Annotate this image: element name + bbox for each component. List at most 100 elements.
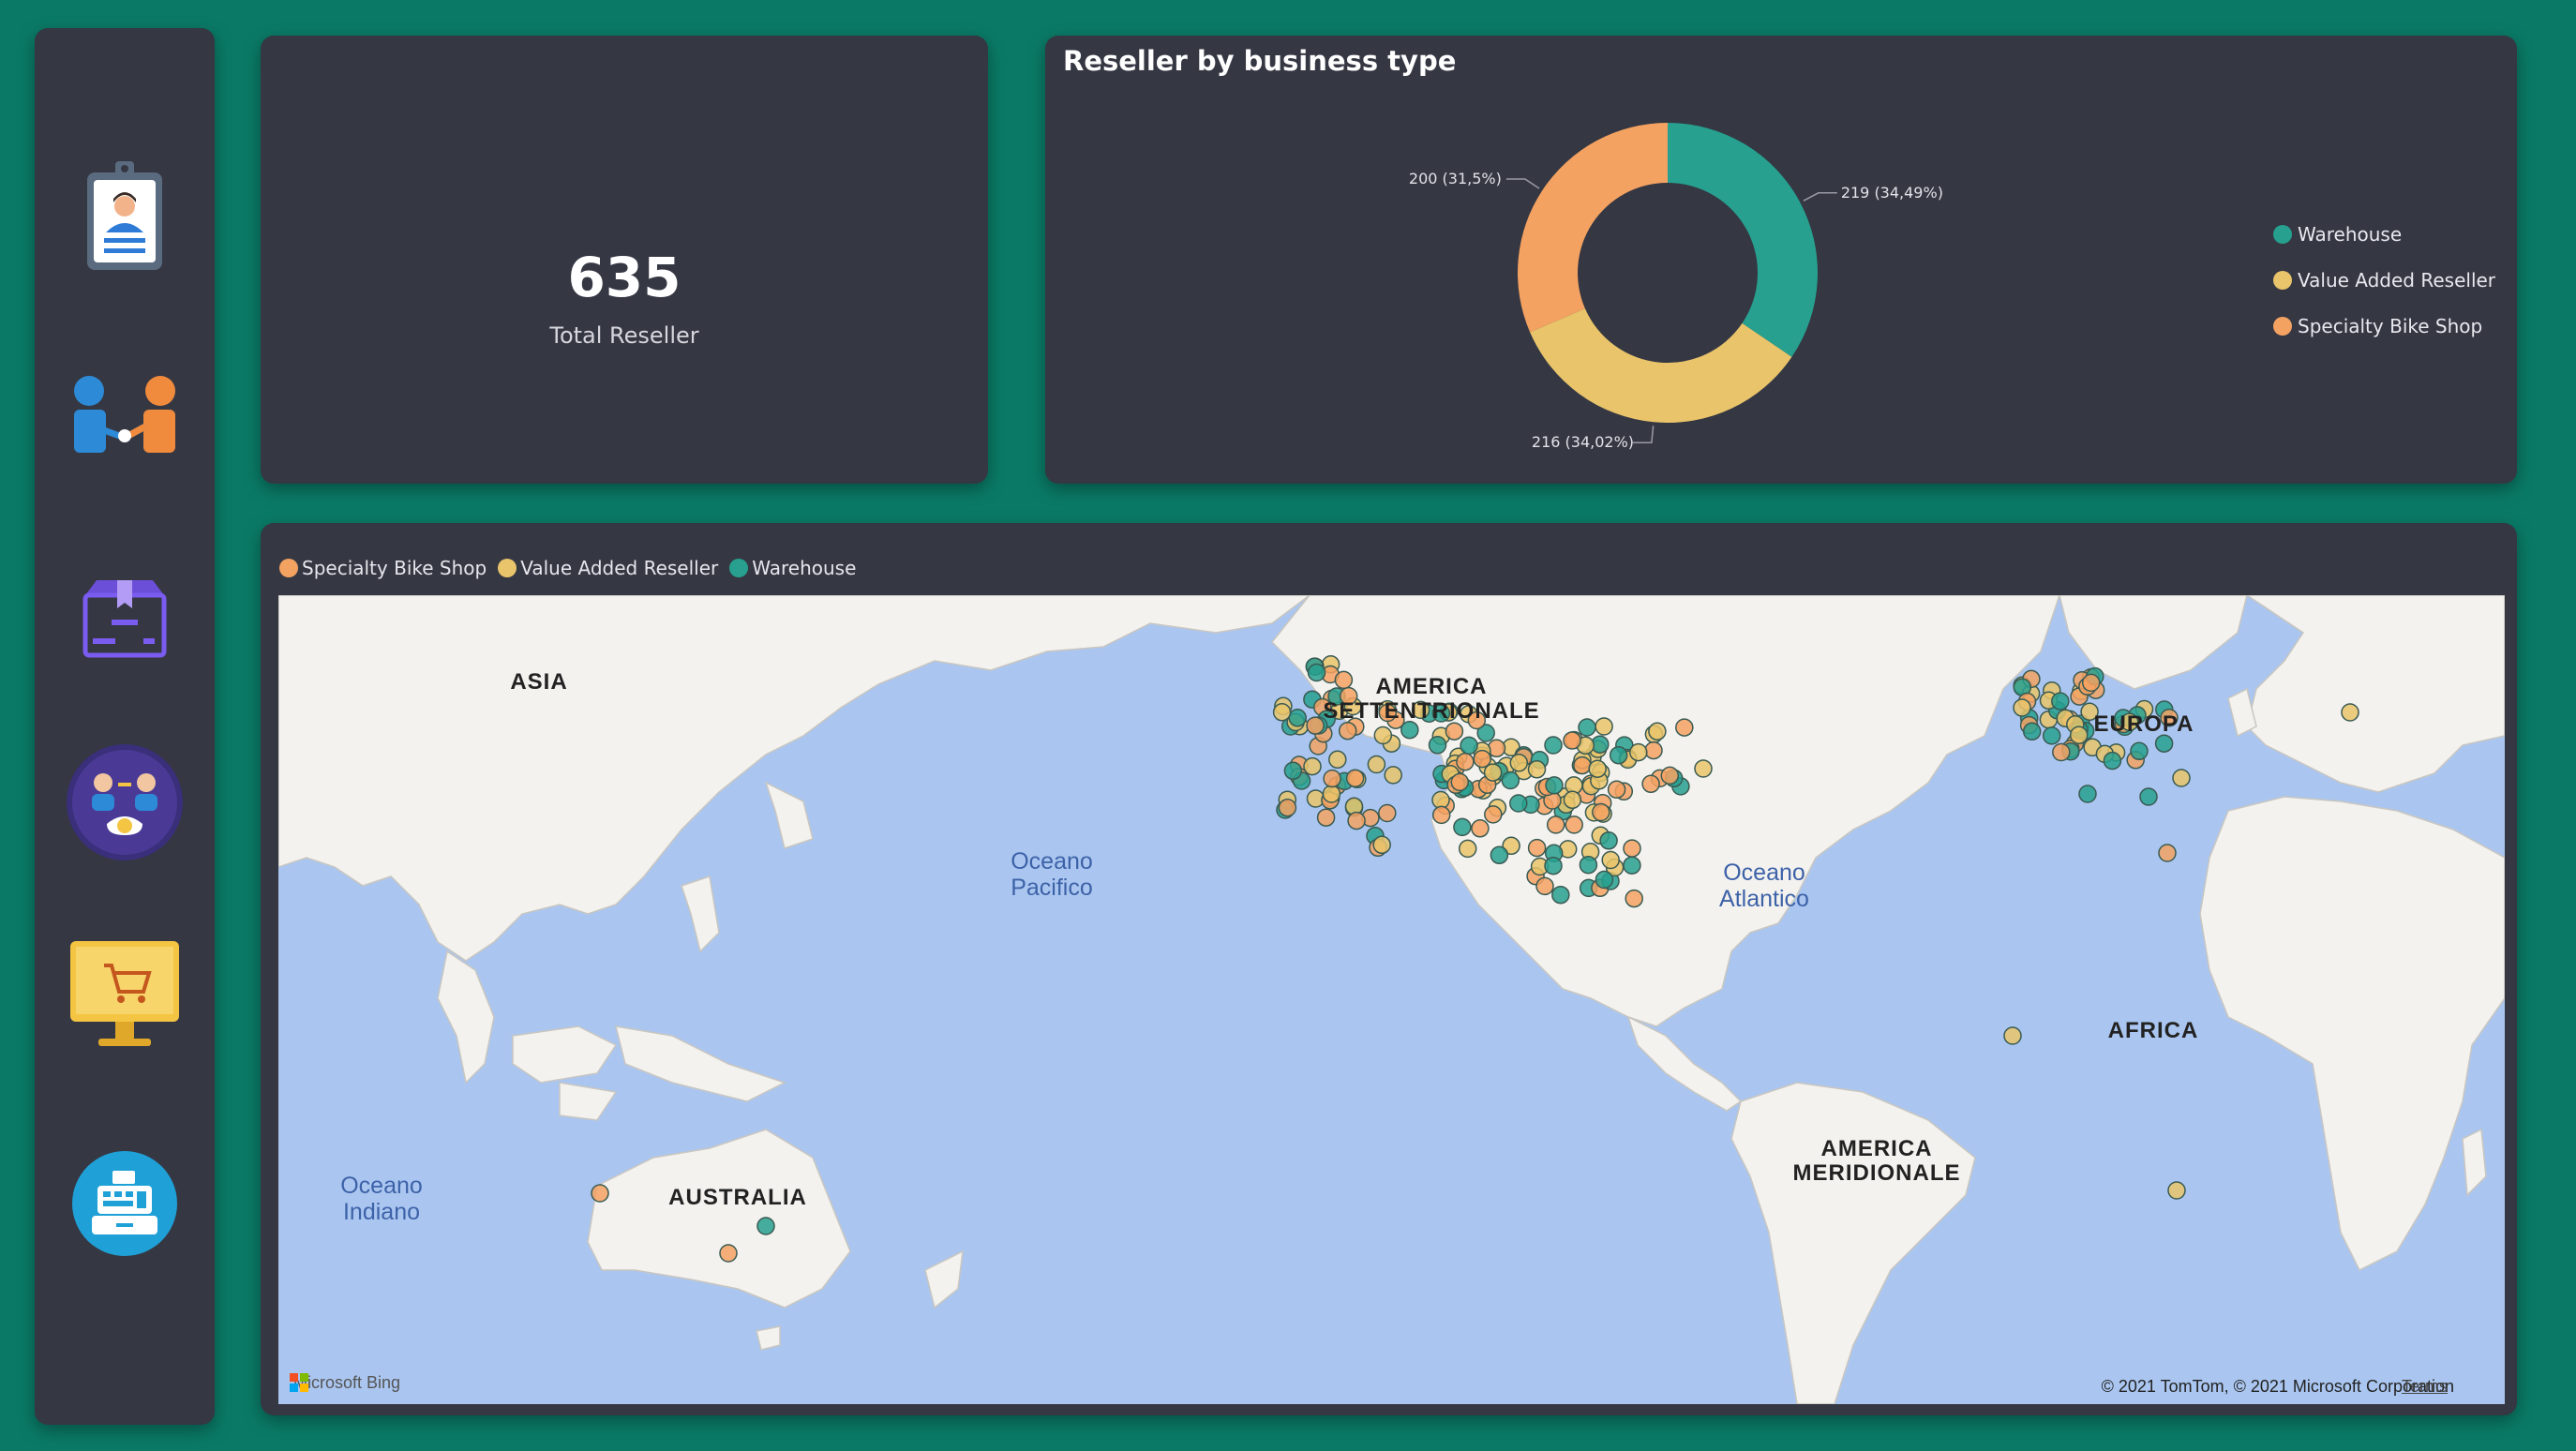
reseller-point[interactable] — [1456, 752, 1475, 771]
reseller-point[interactable] — [1573, 755, 1592, 775]
reseller-point[interactable] — [2051, 692, 2070, 711]
reseller-point[interactable] — [1578, 718, 1596, 737]
reseller-point[interactable] — [1367, 755, 1386, 774]
reseller-point[interactable] — [1509, 754, 1529, 772]
reseller-point[interactable] — [1563, 790, 1582, 810]
reseller-point[interactable] — [1473, 749, 1491, 769]
reseller-point[interactable] — [1623, 839, 1641, 858]
reseller-point[interactable] — [2341, 703, 2359, 722]
reseller-point[interactable] — [1501, 770, 1520, 790]
legend-item-warehouse[interactable]: Warehouse — [2273, 223, 2402, 246]
reseller-point[interactable] — [1694, 759, 1713, 778]
reseller-point[interactable] — [2139, 787, 2158, 806]
reseller-point[interactable] — [1372, 835, 1391, 855]
map-legend-warehouse[interactable]: Warehouse — [729, 557, 856, 579]
reseller-point[interactable] — [1595, 870, 1614, 890]
reseller-point[interactable] — [2078, 785, 2097, 803]
reseller-point[interactable] — [2167, 1181, 2186, 1200]
legend-item-specialty-bike-shop[interactable]: Specialty Bike Shop — [2273, 315, 2482, 337]
reseller-point[interactable] — [1283, 761, 1303, 781]
donut-slice-warehouse[interactable] — [1668, 123, 1818, 357]
reseller-point[interactable] — [591, 1184, 609, 1203]
reseller-point[interactable] — [1373, 726, 1393, 745]
reseller-point[interactable] — [2013, 698, 2031, 717]
reseller-point[interactable] — [2158, 844, 2177, 862]
reseller-point[interactable] — [1607, 780, 1626, 800]
reseller-point[interactable] — [756, 1217, 775, 1235]
reseller-point[interactable] — [1527, 838, 1547, 858]
reseller-point[interactable] — [2154, 734, 2174, 753]
reseller-point[interactable] — [1641, 774, 1660, 794]
reseller-point[interactable] — [1592, 802, 1610, 822]
reseller-point[interactable] — [1629, 742, 1648, 762]
world-map[interactable]: ASIA AMERICA SETTENTRIONALE EUROPA AFRIC… — [278, 595, 2505, 1404]
nav-sales-team-button[interactable] — [59, 737, 190, 868]
reseller-point[interactable] — [1378, 803, 1397, 823]
reseller-point[interactable] — [719, 1244, 738, 1263]
reseller-point[interactable] — [1623, 856, 1641, 875]
reseller-point[interactable] — [1648, 722, 1667, 741]
legend-item-value-added-reseller[interactable]: Value Added Reseller — [2273, 269, 2495, 292]
reseller-point[interactable] — [1450, 772, 1470, 792]
nav-online-shop-button[interactable] — [59, 930, 190, 1061]
reseller-point[interactable] — [2172, 769, 2191, 787]
reseller-point[interactable] — [1316, 808, 1336, 827]
reseller-point[interactable] — [1458, 839, 1477, 859]
terms-link[interactable]: Terms — [2402, 1377, 2448, 1397]
reseller-point[interactable] — [1453, 817, 1472, 837]
reseller-point[interactable] — [1338, 721, 1357, 740]
reseller-point[interactable] — [1565, 815, 1583, 834]
reseller-point[interactable] — [2081, 673, 2101, 693]
reseller-point[interactable] — [1527, 760, 1547, 779]
reseller-point[interactable] — [1484, 805, 1503, 824]
reseller-point[interactable] — [1625, 889, 1643, 908]
reseller-point[interactable] — [1535, 876, 1554, 896]
reseller-point[interactable] — [1490, 845, 1509, 865]
nav-reseller-button[interactable] — [59, 349, 190, 480]
reseller-point[interactable] — [2069, 726, 2089, 745]
reseller-point[interactable] — [1288, 709, 1307, 727]
reseller-point[interactable] — [1599, 831, 1618, 850]
reseller-point[interactable] — [1323, 769, 1341, 788]
reseller-point[interactable] — [1675, 718, 1694, 737]
reseller-point[interactable] — [1384, 766, 1402, 785]
reseller-point[interactable] — [1431, 805, 1451, 825]
reseller-point[interactable] — [1322, 785, 1341, 803]
reseller-point[interactable] — [1601, 850, 1620, 870]
reseller-point[interactable] — [1545, 776, 1564, 795]
reseller-point[interactable] — [2130, 741, 2149, 761]
map-legend-specialty[interactable]: Specialty Bike Shop — [279, 557, 487, 579]
map-legend-value-added[interactable]: Value Added Reseller — [498, 557, 718, 579]
nav-employee-button[interactable] — [59, 150, 190, 281]
nav-cash-register-button[interactable] — [59, 1138, 190, 1269]
reseller-point[interactable] — [1460, 736, 1478, 755]
reseller-point[interactable] — [1579, 855, 1598, 875]
reseller-point[interactable] — [1644, 740, 1663, 760]
reseller-point[interactable] — [1345, 769, 1365, 788]
reseller-point[interactable] — [2052, 742, 2071, 762]
reseller-point[interactable] — [1588, 759, 1607, 778]
reseller-point[interactable] — [1278, 798, 1297, 817]
reseller-point[interactable] — [1595, 717, 1613, 736]
reseller-point[interactable] — [1546, 815, 1565, 834]
reseller-point[interactable] — [1544, 736, 1563, 755]
reseller-point[interactable] — [1471, 819, 1490, 838]
donut-slice-specialty-bike-shop[interactable] — [1518, 123, 1668, 333]
label-asia: ASIA — [510, 669, 568, 695]
reseller-point[interactable] — [1660, 766, 1680, 785]
reseller-point[interactable] — [1428, 736, 1447, 755]
reseller-point[interactable] — [1328, 750, 1347, 770]
reseller-point[interactable] — [2003, 1026, 2022, 1045]
reseller-point[interactable] — [1609, 745, 1628, 765]
reseller-point[interactable] — [1544, 856, 1563, 875]
reseller-point[interactable] — [2022, 722, 2042, 741]
reseller-point[interactable] — [2042, 726, 2061, 745]
reseller-point[interactable] — [1272, 703, 1292, 722]
reseller-point[interactable] — [1509, 794, 1528, 813]
nav-product-button[interactable] — [59, 553, 190, 684]
reseller-point[interactable] — [1445, 722, 1464, 740]
reseller-point[interactable] — [1347, 811, 1366, 830]
reseller-point[interactable] — [1551, 885, 1570, 905]
reseller-point[interactable] — [2103, 751, 2122, 770]
reseller-point[interactable] — [1563, 731, 1581, 750]
